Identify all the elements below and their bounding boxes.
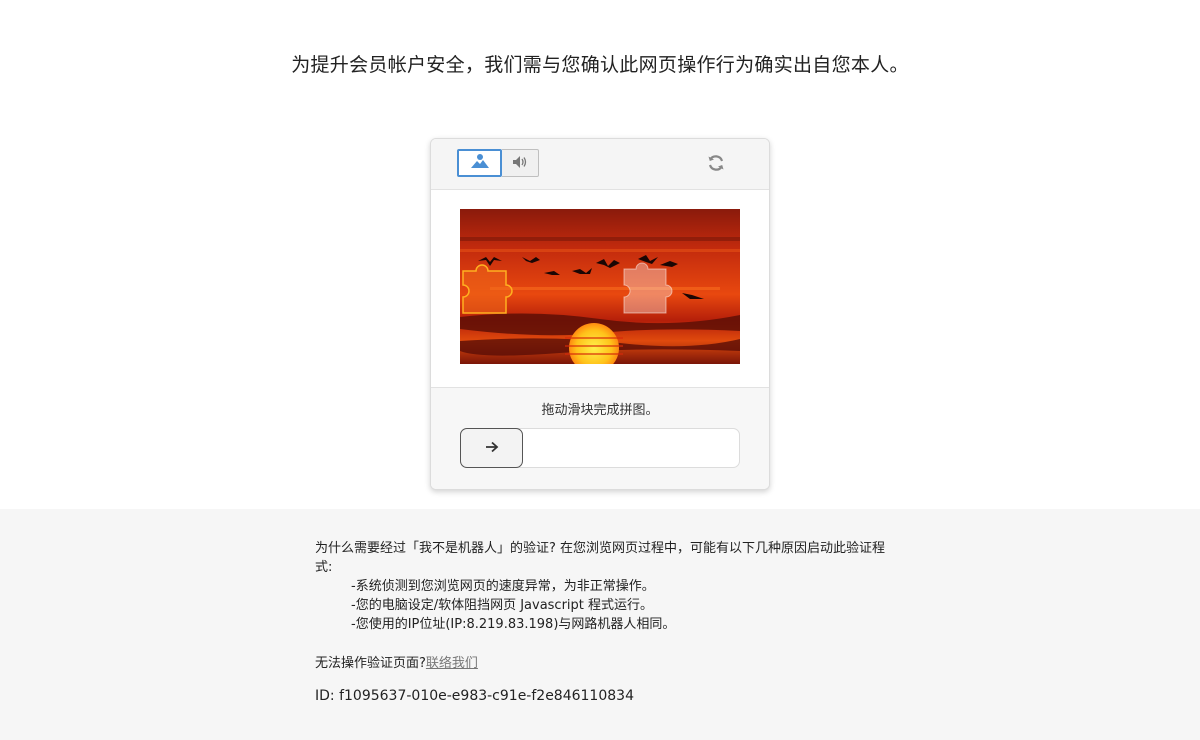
- contact-us-link[interactable]: 联络我们: [426, 656, 478, 671]
- slider-panel: 拖动滑块完成拼图。: [431, 387, 769, 489]
- help-text: 无法操作验证页面?: [315, 656, 426, 671]
- audio-mode-button[interactable]: [502, 149, 539, 177]
- refresh-icon: [706, 153, 726, 177]
- captcha-toolbar: [431, 139, 769, 190]
- slider-handle[interactable]: [460, 428, 523, 468]
- image-mode-button[interactable]: [457, 149, 502, 177]
- slider-instruction: 拖动滑块完成拼图。: [541, 403, 659, 418]
- reason-item: -系统侦测到您浏览网页的速度异常，为非正常操作。: [351, 579, 655, 594]
- reason-item: -您的电脑设定/软体阻挡网页 Javascript 程式运行。: [351, 598, 654, 613]
- reason-item: -您使用的IP位址(IP:8.219.83.198)与网路机器人相同。: [351, 617, 676, 632]
- page-headline: 为提升会员帐户安全，我们需与您确认此网页操作行为确实出自您本人。: [291, 54, 909, 76]
- puzzle-image: [460, 209, 740, 364]
- help-line: 无法操作验证页面?联络我们: [315, 654, 895, 673]
- arrow-right-icon: [484, 439, 500, 458]
- info-section: 为什么需要经过「我不是机器人」的验证? 在您浏览网页过程中，可能有以下几种原因启…: [0, 509, 1200, 740]
- why-verify-text: 为什么需要经过「我不是机器人」的验证? 在您浏览网页过程中，可能有以下几种原因启…: [315, 541, 886, 575]
- request-id: ID: f1095637-010e-e983-c91e-f2e846110834: [315, 688, 634, 704]
- audio-mode-icon: [511, 154, 529, 173]
- refresh-button[interactable]: [704, 153, 728, 177]
- image-mode-icon: [469, 152, 491, 174]
- captcha-widget: 拖动滑块完成拼图。: [430, 138, 770, 490]
- info-content: 为什么需要经过「我不是机器人」的验证? 在您浏览网页过程中，可能有以下几种原因启…: [315, 539, 895, 706]
